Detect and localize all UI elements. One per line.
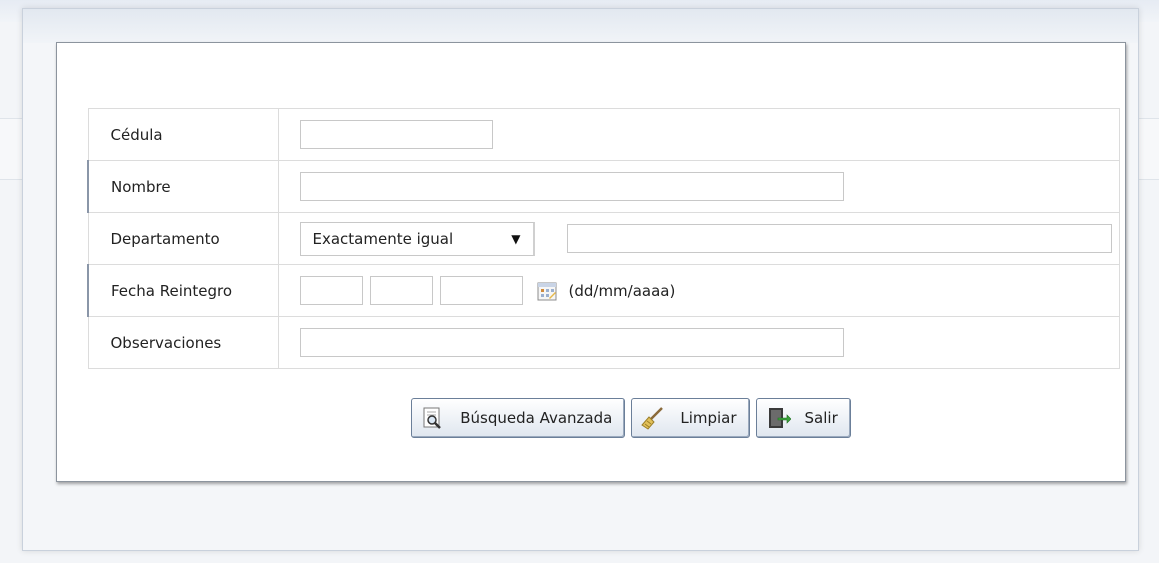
advanced-search-label: Búsqueda Avanzada [460, 409, 613, 427]
form-row-fecha: Fecha Reintegro (dd/mm/aaaa) [87, 264, 1120, 317]
cedula-label: Cédula [87, 108, 279, 161]
exit-door-icon [768, 408, 791, 428]
fecha-reintegro-label: Fecha Reintegro [87, 264, 279, 317]
departamento-label: Departamento [87, 212, 279, 265]
form-row-departamento: Departamento Exactamente igual ▼ [87, 212, 1120, 265]
match-select-value: Exactamente igual [312, 229, 454, 248]
calendar-icon[interactable] [537, 281, 557, 301]
form-row-cedula: Cédula [87, 108, 1120, 161]
dialog-header [23, 9, 1138, 43]
observaciones-input[interactable] [299, 328, 844, 357]
departamento-input[interactable] [566, 224, 1112, 253]
magnifier-document-icon [423, 407, 442, 429]
button-bar: Búsqueda Avanzada Limpiar Salir [57, 398, 1125, 438]
form-row-nombre: Nombre [87, 160, 1120, 213]
clear-button[interactable]: Limpiar [631, 398, 750, 438]
fecha-month-input[interactable] [369, 276, 433, 305]
date-format-hint: (dd/mm/aaaa) [568, 281, 676, 300]
search-panel: Cédula Nombre Departamento Exactamente i… [56, 42, 1126, 482]
observaciones-label: Observaciones [87, 316, 279, 369]
nombre-input[interactable] [299, 172, 844, 201]
search-dialog: Cédula Nombre Departamento Exactamente i… [22, 8, 1139, 551]
departamento-match-select[interactable]: Exactamente igual ▼ [299, 221, 535, 256]
advanced-search-button[interactable]: Búsqueda Avanzada [411, 398, 626, 438]
clear-label: Limpiar [680, 409, 737, 427]
broom-icon [641, 407, 664, 430]
fecha-day-input[interactable] [299, 276, 363, 305]
fecha-year-input[interactable] [439, 276, 523, 305]
form-row-observaciones: Observaciones [87, 316, 1120, 369]
search-form-table: Cédula Nombre Departamento Exactamente i… [87, 108, 1120, 369]
exit-button[interactable]: Salir [755, 398, 851, 438]
exit-label: Salir [804, 409, 838, 427]
cedula-input[interactable] [299, 120, 493, 149]
nombre-label: Nombre [87, 160, 279, 213]
chevron-down-icon: ▼ [511, 231, 521, 246]
